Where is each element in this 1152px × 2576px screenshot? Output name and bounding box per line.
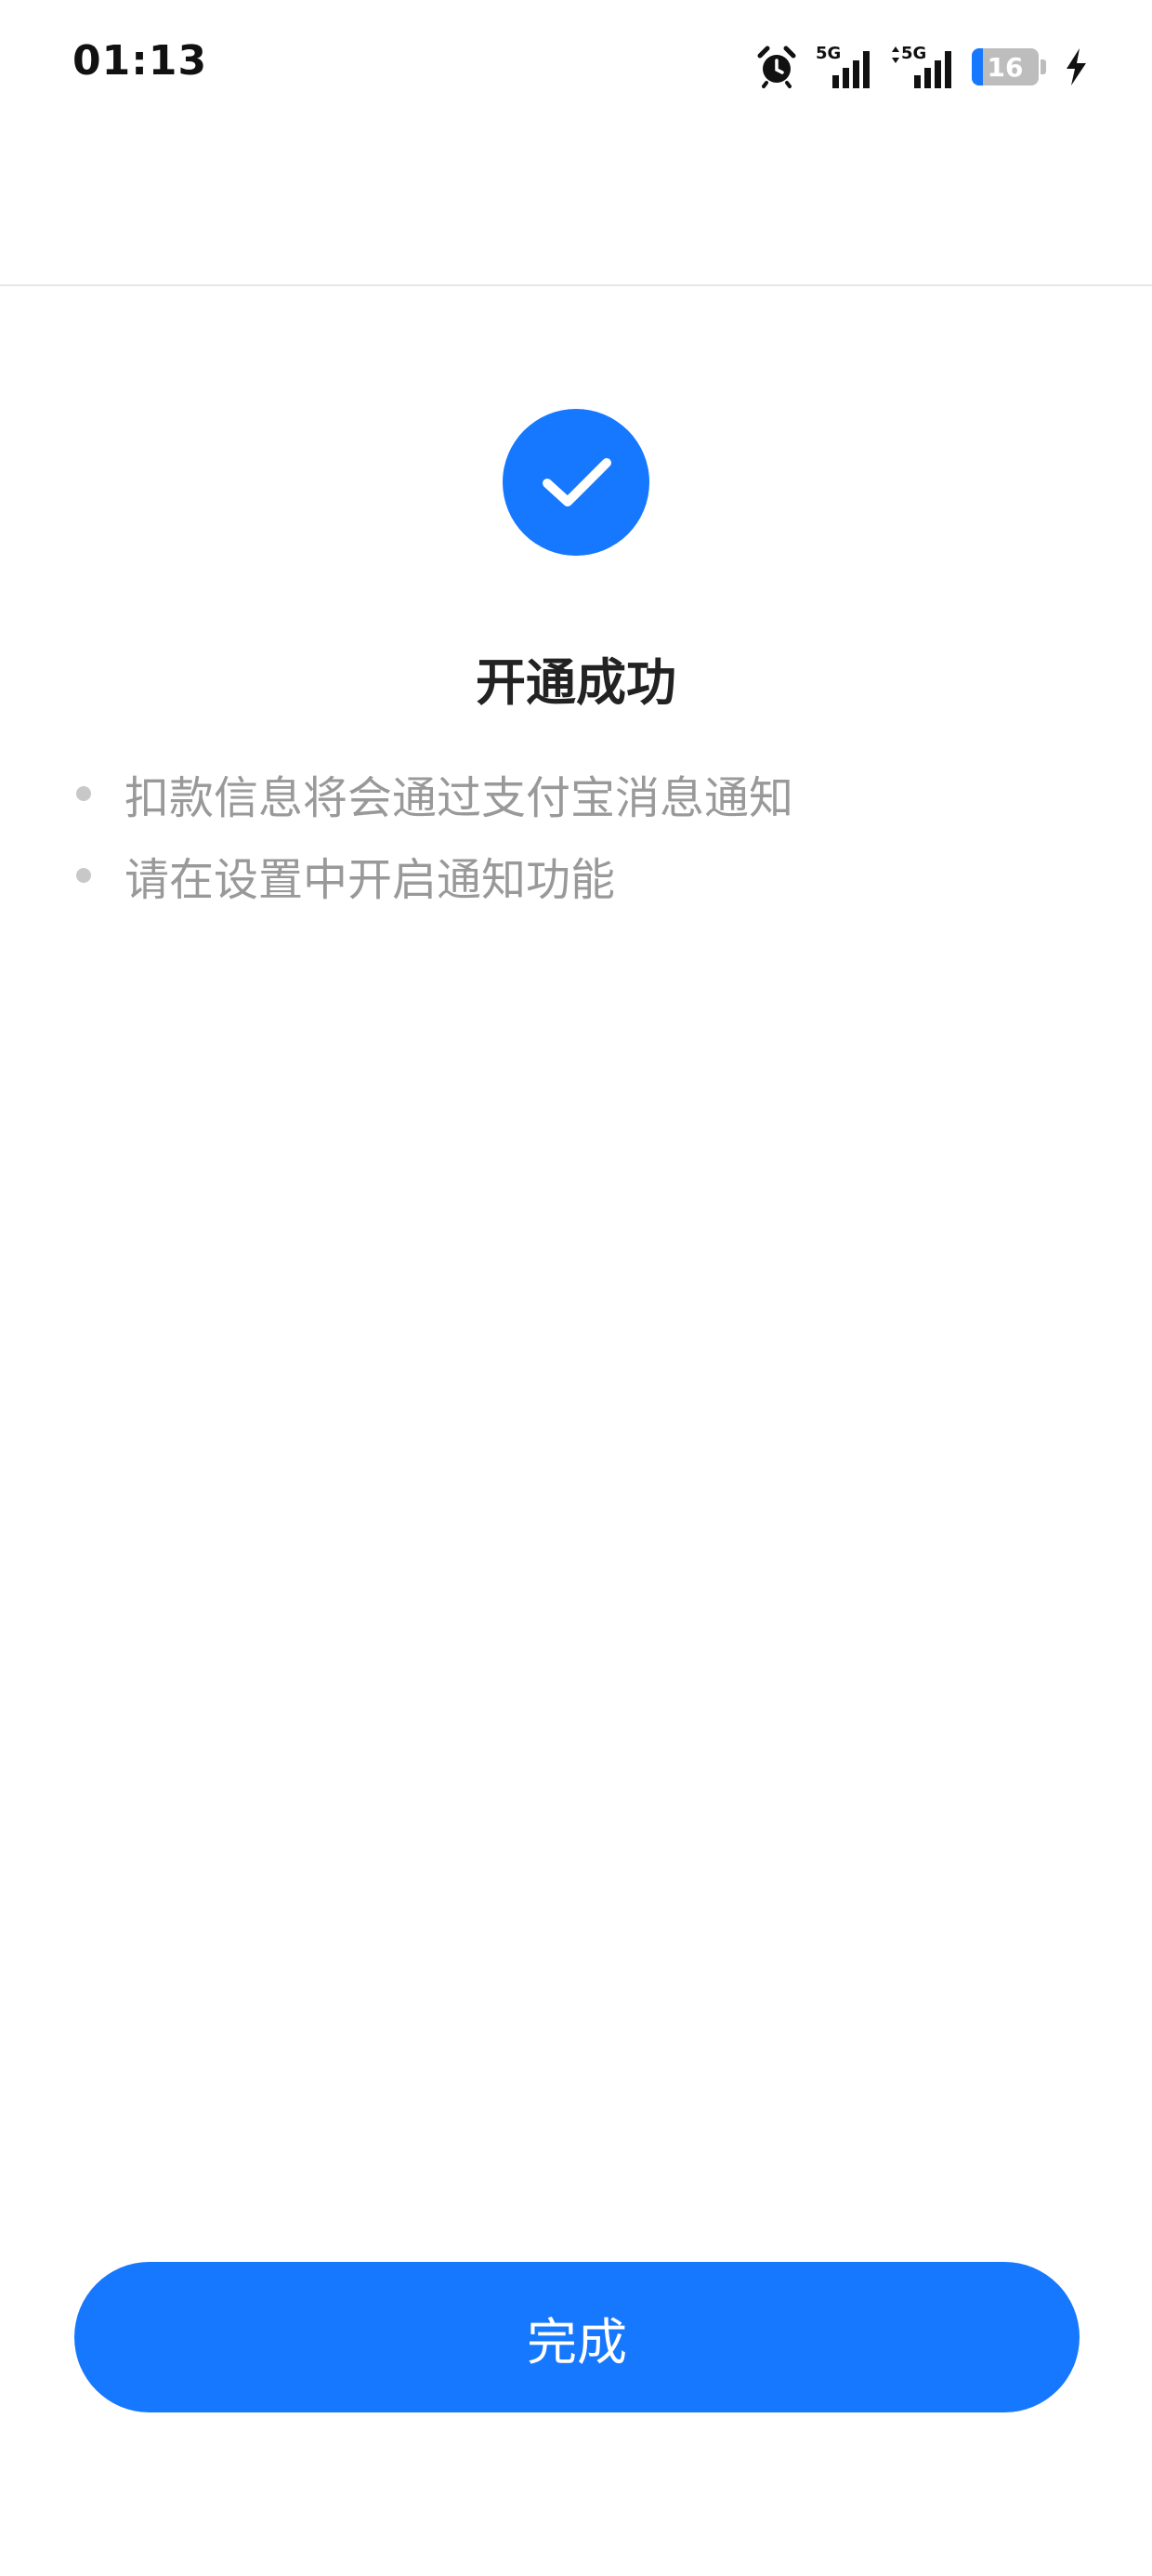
note-text: 扣款信息将会通过支付宝消息通知 <box>124 772 794 824</box>
note-item: 请在设置中开启通知功能 <box>76 835 1080 916</box>
status-icons: 5G 5G 16 <box>754 41 1089 93</box>
bullet-icon <box>76 786 91 801</box>
navigation-header <box>0 139 1152 286</box>
bullet-icon <box>76 868 91 883</box>
success-badge <box>503 409 649 556</box>
battery-tip <box>1041 59 1046 74</box>
note-item: 扣款信息将会通过支付宝消息通知 <box>76 753 1080 835</box>
charging-icon <box>1063 46 1089 87</box>
status-time: 01:13 <box>72 37 208 85</box>
notes-list: 扣款信息将会通过支付宝消息通知 请在设置中开启通知功能 <box>76 753 1080 916</box>
battery-icon: 16 <box>972 48 1039 85</box>
status-bar: 01:13 5G 5G 16 <box>0 0 1152 139</box>
checkmark-icon <box>543 458 611 506</box>
signal-5g-data-icon: 5G <box>890 44 955 90</box>
signal-5g-icon: 5G <box>816 44 873 90</box>
battery-level: 16 <box>987 51 1024 83</box>
alarm-icon <box>754 45 799 89</box>
done-button[interactable]: 完成 <box>74 2262 1080 2412</box>
result-title: 开通成功 <box>476 653 676 712</box>
note-text: 请在设置中开启通知功能 <box>124 854 616 906</box>
